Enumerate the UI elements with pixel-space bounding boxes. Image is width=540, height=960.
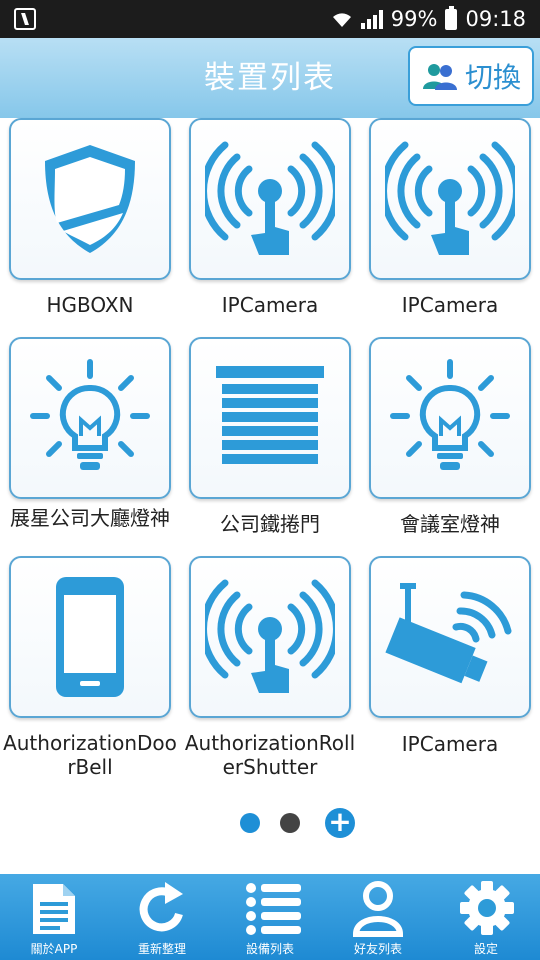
wifi-icon xyxy=(332,13,351,27)
wireless-signal-icon xyxy=(385,141,515,255)
nav-label: 設備列表 xyxy=(245,942,294,956)
add-device-button[interactable]: + xyxy=(325,808,355,838)
gear-icon xyxy=(460,881,514,935)
wireless-signal-icon xyxy=(205,579,335,693)
signal-icon xyxy=(360,9,383,29)
device-tile[interactable] xyxy=(9,337,171,499)
device-label: IPCamera xyxy=(401,732,499,756)
page-indicator[interactable] xyxy=(280,813,300,833)
phone-icon xyxy=(56,577,124,697)
device-tile[interactable] xyxy=(369,118,531,280)
device-tile[interactable] xyxy=(189,556,351,718)
shield-icon xyxy=(45,145,135,253)
security-camera-icon xyxy=(385,583,512,684)
nav-friend-list[interactable]: 好友列表 xyxy=(324,874,432,960)
device-label: HGBOXN xyxy=(46,293,134,317)
wireless-signal-icon xyxy=(205,141,335,255)
refresh-icon xyxy=(139,882,183,932)
clock: 09:18 xyxy=(465,7,526,31)
device-label: AuthorizationRollerShutter xyxy=(184,731,356,779)
device-tile[interactable] xyxy=(9,118,171,280)
device-label: 展星公司大廳燈神 xyxy=(10,506,170,530)
switch-button[interactable]: 切換 xyxy=(408,46,534,106)
nav-label: 關於APP xyxy=(30,942,78,956)
device-tile[interactable] xyxy=(189,337,351,499)
nav-device-list[interactable]: 設備列表 xyxy=(216,874,324,960)
nav-label: 設定 xyxy=(473,942,498,956)
device-tile[interactable] xyxy=(9,556,171,718)
document-icon xyxy=(33,884,75,934)
device-label: IPCamera xyxy=(401,293,499,317)
nav-settings[interactable]: 設定 xyxy=(432,874,540,960)
status-bar: 99% 09:18 xyxy=(0,0,540,38)
device-label: 公司鐵捲門 xyxy=(220,512,320,536)
device-label: 會議室燈神 xyxy=(400,512,500,536)
light-bulb-icon xyxy=(390,359,510,470)
roller-shutter-icon xyxy=(216,366,324,464)
users-icon xyxy=(422,64,457,90)
page-indicator-active[interactable] xyxy=(240,813,260,833)
nav-refresh[interactable]: 重新整理 xyxy=(108,874,216,960)
device-label: AuthorizationDoorBell xyxy=(3,731,177,779)
switch-label: 切換 xyxy=(464,61,521,94)
bottom-nav: 關於APP 重新整理 設備列表 好友列表 設定 xyxy=(0,874,540,960)
device-tile[interactable] xyxy=(189,118,351,280)
battery-icon xyxy=(445,5,458,30)
nav-label: 重新整理 xyxy=(137,942,186,956)
list-icon xyxy=(246,883,301,935)
device-tile[interactable] xyxy=(369,556,531,718)
nav-label: 好友列表 xyxy=(353,942,402,956)
light-bulb-icon xyxy=(30,359,150,470)
nav-about-app[interactable]: 關於APP xyxy=(0,874,108,960)
app-header: 裝置列表 切換 xyxy=(0,38,540,118)
user-icon xyxy=(352,881,404,937)
notification-icon xyxy=(14,8,36,30)
device-tile[interactable] xyxy=(369,337,531,499)
device-label: IPCamera xyxy=(221,293,319,317)
battery-percent: 99% xyxy=(390,7,438,31)
